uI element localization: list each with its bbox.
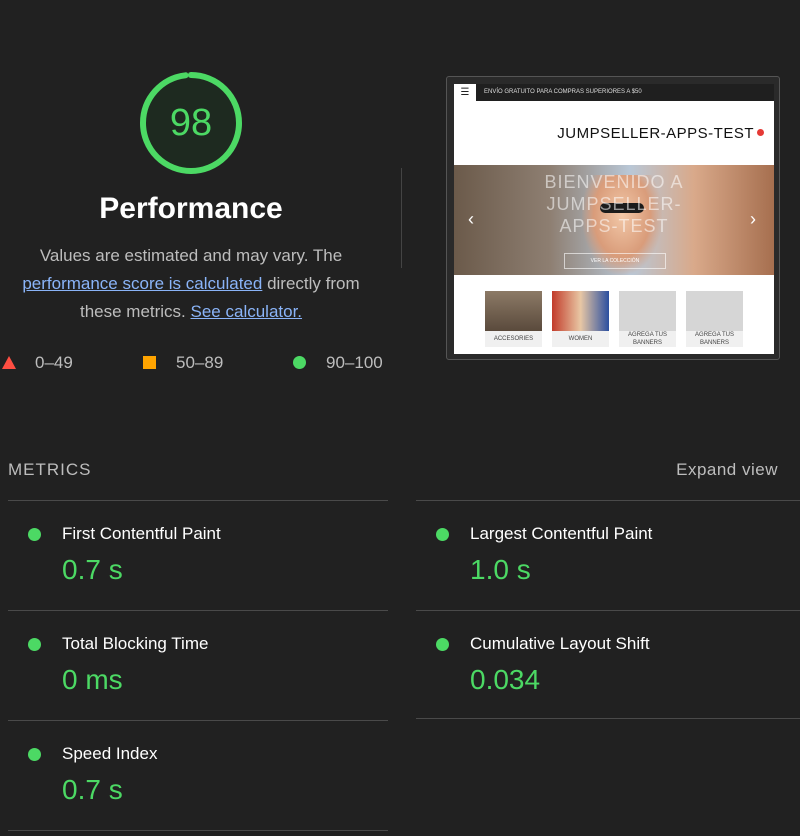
metric-value: 0.7 s [62, 774, 123, 805]
screenshot-viewport: ☰ ENVÍO GRATUITO PARA COMPRAS SUPERIORES… [454, 84, 774, 354]
pass-circle-icon [293, 356, 306, 369]
category-label: ACCESORIES [485, 331, 542, 347]
score-legend: 0–49 50–89 90–100 [0, 352, 400, 374]
site-promo-text: ENVÍO GRATUITO PARA COMPRAS SUPERIORES A… [484, 89, 642, 95]
metric-total-blocking-time: Total Blocking Time 0 ms [8, 622, 368, 722]
category-tile: ACCESORIES [485, 291, 542, 347]
average-square-icon [143, 356, 156, 369]
category-tile: AGREGA TUS BANNERS [686, 291, 743, 347]
metrics-divider [416, 500, 800, 501]
fail-triangle-icon [2, 356, 16, 369]
metric-value: 0.034 [470, 664, 541, 695]
hero-button: VER LA COLECCIÓN [564, 253, 666, 269]
metric-value: 1.0 s [470, 554, 531, 585]
metrics-divider [8, 500, 388, 501]
menu-icon: ☰ [454, 84, 476, 101]
metric-label: First Contentful Paint [62, 524, 221, 543]
cart-icon [757, 129, 764, 136]
metric-label: Total Blocking Time [62, 634, 209, 653]
metric-value: 0.7 s [62, 554, 123, 585]
metric-speed-index: Speed Index 0.7 s [8, 732, 368, 832]
category-image [485, 291, 542, 331]
pass-circle-icon [436, 638, 449, 651]
legend-range-fail: 0–49 [35, 353, 73, 372]
score-value: 98 [169, 102, 213, 144]
see-calculator-link[interactable]: See calculator. [191, 302, 303, 321]
carousel-next-icon: › [750, 209, 756, 229]
site-brand: JUMPSELLER-APPS-TEST [557, 125, 754, 142]
carousel-prev-icon: ‹ [468, 209, 474, 229]
category-label: AGREGA TUS BANNERS [686, 331, 743, 347]
description-text-1: Values are estimated and may vary. The [39, 246, 343, 265]
metric-label: Speed Index [62, 744, 158, 763]
site-header: JUMPSELLER-APPS-TEST [454, 101, 774, 165]
category-label: WOMEN [552, 331, 609, 347]
metric-label: Cumulative Layout Shift [470, 634, 650, 653]
metric-label: Largest Contentful Paint [470, 524, 653, 543]
category-image-placeholder [686, 291, 743, 331]
metric-cumulative-layout-shift: Cumulative Layout Shift 0.034 [416, 622, 776, 722]
category-image [552, 291, 609, 331]
metrics-heading: METRICS [8, 460, 92, 479]
pass-circle-icon [28, 748, 41, 761]
expand-view-toggle[interactable]: Expand view [676, 460, 778, 480]
site-categories: ACCESORIES WOMEN AGREGA TUS BANNERS AGRE… [454, 275, 774, 354]
final-screenshot[interactable]: ☰ ENVÍO GRATUITO PARA COMPRAS SUPERIORES… [446, 76, 780, 360]
site-hero-banner: BIENVENIDO A JUMPSELLER-APPS-TEST VER LA… [454, 165, 774, 275]
score-gauge: 98 [139, 71, 243, 175]
metric-largest-contentful-paint: Largest Contentful Paint 1.0 s [416, 512, 776, 612]
hero-heading: BIENVENIDO A JUMPSELLER-APPS-TEST [544, 172, 684, 236]
legend-range-pass: 90–100 [326, 353, 383, 372]
category-title: Performance [99, 192, 283, 225]
metric-value: 0 ms [62, 664, 123, 695]
lighthouse-report: 98 Performance Values are estimated and … [0, 0, 800, 836]
category-tile: AGREGA TUS BANNERS [619, 291, 676, 347]
category-image-placeholder [619, 291, 676, 331]
pass-circle-icon [436, 528, 449, 541]
pass-circle-icon [28, 638, 41, 651]
score-calculated-link[interactable]: performance score is calculated [22, 274, 262, 293]
category-tile: WOMEN [552, 291, 609, 347]
site-topbar: ☰ ENVÍO GRATUITO PARA COMPRAS SUPERIORES… [454, 84, 774, 101]
pass-circle-icon [28, 528, 41, 541]
score-description: Values are estimated and may vary. The p… [10, 242, 372, 326]
category-label: AGREGA TUS BANNERS [619, 331, 676, 347]
vertical-divider [401, 168, 402, 268]
metric-first-contentful-paint: First Contentful Paint 0.7 s [8, 512, 368, 612]
legend-range-average: 50–89 [176, 353, 224, 372]
